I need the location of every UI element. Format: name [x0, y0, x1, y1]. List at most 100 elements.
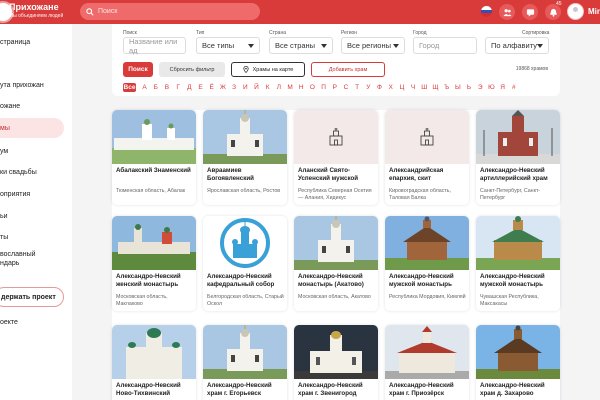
letter-filter[interactable]: # — [508, 84, 519, 91]
sidebar-item-parishioners[interactable]: ожане — [0, 96, 72, 116]
temple-photo[interactable] — [112, 325, 196, 379]
temple-title[interactable]: Александро-Невский храм г. Егорьевск — [207, 382, 285, 398]
temple-title[interactable]: Авраамиев Богоявленский — [207, 167, 285, 183]
letter-filter[interactable]: П — [318, 84, 329, 91]
letter-filter[interactable]: У — [363, 84, 374, 91]
temple-photo[interactable] — [112, 216, 196, 270]
reset-filter-button[interactable]: Сбросить фильтр — [159, 62, 225, 77]
search-bar[interactable] — [80, 3, 260, 20]
letter-filter[interactable]: Т — [352, 84, 363, 91]
temple-photo[interactable] — [476, 216, 560, 270]
letter-filter[interactable]: Д — [184, 84, 195, 91]
temple-photo[interactable] — [385, 110, 469, 164]
temple-photo[interactable] — [294, 110, 378, 164]
temples-map-button[interactable]: Храмы на карте — [231, 62, 305, 77]
letter-filter[interactable]: Ц — [396, 84, 407, 91]
temple-card[interactable]: Александро-Невский монастырь (Акатово) Мо… — [294, 216, 378, 311]
avatar[interactable] — [567, 3, 584, 20]
letter-filter[interactable]: Б — [150, 84, 161, 91]
temple-card[interactable]: Александро-Невский храм г. Егорьевск — [203, 325, 287, 400]
temple-card[interactable]: Александро-Невский кафедральный собор Бел… — [203, 216, 287, 311]
temple-photo[interactable] — [385, 216, 469, 270]
sidebar-item-weddings[interactable]: ки свадьбы — [0, 162, 72, 182]
letter-filter[interactable]: Ё — [206, 84, 217, 91]
letter-all[interactable]: Все — [123, 83, 136, 92]
temple-card[interactable]: Александро-Невский храм г. Звенигород — [294, 325, 378, 400]
temple-photo[interactable] — [476, 110, 560, 164]
name-search-input[interactable]: Название или ад — [123, 37, 186, 55]
sidebar-item-prayers[interactable]: ты — [0, 227, 72, 247]
temple-card[interactable]: Александрийская епархия, скит Кировоградс… — [385, 110, 469, 205]
letter-filter[interactable]: М — [284, 84, 295, 91]
temple-photo[interactable] — [112, 110, 196, 164]
temple-card[interactable]: Александро-Невский женский монастырь Моск… — [112, 216, 196, 311]
temple-title[interactable]: Александро-Невский Ново-Тихвинский — [116, 382, 194, 398]
temple-card[interactable]: Александро-Невский храм д. Захарово — [476, 325, 560, 400]
sidebar-item-events[interactable]: оприятия — [0, 184, 72, 204]
letter-filter[interactable]: Я — [497, 84, 508, 91]
letter-filter[interactable]: Л — [273, 84, 284, 91]
sort-select[interactable]: По алфавиту — [485, 37, 549, 54]
temple-card[interactable]: Александро-Невский храм г. Приозёрск — [385, 325, 469, 400]
letter-filter[interactable]: Г — [173, 84, 184, 91]
temple-photo[interactable] — [385, 325, 469, 379]
letter-filter[interactable]: А — [139, 84, 150, 91]
temple-photo[interactable] — [203, 216, 287, 270]
letter-filter[interactable]: И — [240, 84, 251, 91]
temple-photo[interactable] — [203, 325, 287, 379]
letter-filter[interactable]: Й — [251, 84, 262, 91]
letter-filter[interactable]: О — [307, 84, 318, 91]
letter-filter[interactable]: Ш — [419, 84, 430, 91]
letter-filter[interactable]: С — [340, 84, 351, 91]
temple-title[interactable]: Александро-Невский мужской монастырь — [389, 273, 467, 289]
temple-photo[interactable] — [294, 325, 378, 379]
temple-photo[interactable] — [203, 110, 287, 164]
temple-title[interactable]: Александро-Невский монастырь (Акатово) — [298, 273, 376, 289]
support-project-button[interactable]: держать проект — [0, 287, 64, 307]
temple-card[interactable]: Александро-Невский мужской монастырь Респ… — [385, 216, 469, 311]
letter-filter[interactable]: Ф — [374, 84, 385, 91]
letter-filter[interactable]: Щ — [430, 84, 441, 91]
temple-card[interactable]: Александро-Невский Ново-Тихвинский — [112, 325, 196, 400]
temple-card[interactable]: Абалакский Знаменский Тюменская область, … — [112, 110, 196, 205]
type-select[interactable]: Все типы — [196, 37, 260, 54]
temple-title[interactable]: Александро-Невский храм г. Приозёрск — [389, 382, 467, 398]
country-select[interactable]: Все страны — [269, 37, 333, 54]
temple-title[interactable]: Александро-Невский кафедральный собор — [207, 273, 285, 289]
letter-filter[interactable]: Ю — [486, 84, 497, 91]
temple-title[interactable]: Александро-Невский женский монастырь — [116, 273, 194, 289]
temple-card[interactable]: Аланский Свято-Успенский мужской Республи… — [294, 110, 378, 205]
sidebar-item-calendar[interactable]: вославный ндарь — [0, 248, 72, 270]
temple-card[interactable]: Авраамиев Богоявленский Ярославская облас… — [203, 110, 287, 205]
letter-filter[interactable]: Ъ — [441, 84, 452, 91]
city-input[interactable]: Город — [413, 37, 477, 54]
letter-filter[interactable]: З — [229, 84, 240, 91]
russian-flag-icon[interactable] — [481, 6, 492, 17]
sidebar-item-articles[interactable]: ьи — [0, 206, 72, 226]
sidebar-item-home[interactable]: страница — [0, 32, 72, 52]
temple-title[interactable]: Александро-Невский храм д. Захарово — [480, 382, 558, 398]
temple-card[interactable]: Александро-Невский артиллерийский храм Са… — [476, 110, 560, 205]
search-input[interactable] — [98, 8, 248, 15]
user-name[interactable]: Mir — [588, 7, 600, 16]
people-icon[interactable] — [499, 4, 515, 20]
add-temple-button[interactable]: Добавить храм — [311, 62, 385, 77]
temple-photo[interactable] — [476, 325, 560, 379]
messages-icon[interactable] — [522, 4, 538, 20]
letter-filter[interactable]: Ы — [452, 84, 463, 91]
sidebar-item-temples[interactable]: мы — [0, 118, 64, 138]
sidebar-item-forum[interactable]: ум — [0, 141, 72, 161]
letter-filter[interactable]: Э — [475, 84, 486, 91]
sidebar-item-parishioner-card[interactable]: ута прихожан — [0, 75, 72, 95]
letter-filter[interactable]: В — [161, 84, 172, 91]
temple-title[interactable]: Александро-Невский артиллерийский храм — [480, 167, 558, 183]
letter-filter[interactable]: Ч — [408, 84, 419, 91]
brand[interactable]: Прихожане Мы объединяем людей — [9, 3, 63, 19]
region-select[interactable]: Все регионы — [341, 37, 405, 54]
letter-filter[interactable]: Р — [329, 84, 340, 91]
letter-filter[interactable]: Н — [296, 84, 307, 91]
temple-card[interactable]: Александро-Невский мужской монастырь Чува… — [476, 216, 560, 311]
temple-title[interactable]: Абалакский Знаменский — [116, 167, 194, 175]
sidebar-item-about[interactable]: оекте — [0, 312, 72, 332]
letter-filter[interactable]: Ь — [463, 84, 474, 91]
